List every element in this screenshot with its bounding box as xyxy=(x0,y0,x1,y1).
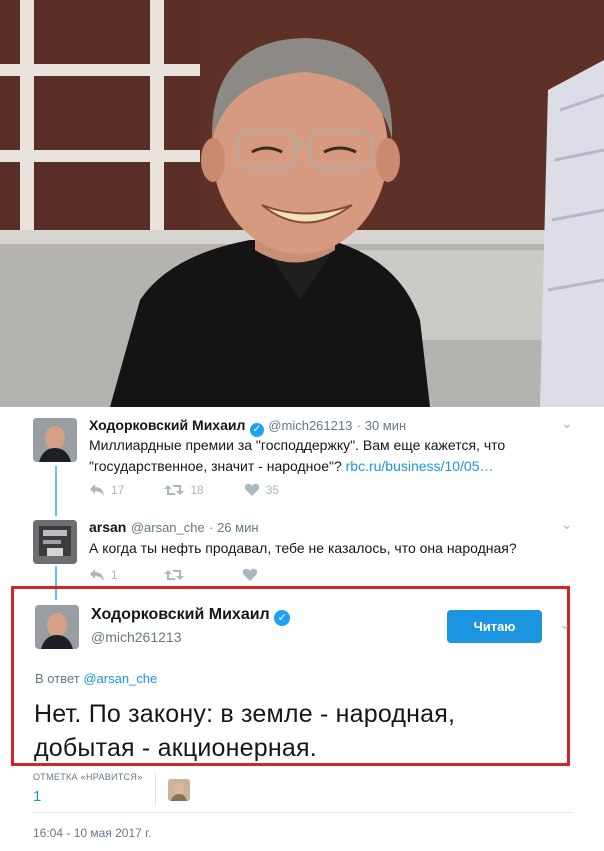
header-photo xyxy=(0,0,604,407)
thread-tweet-1[interactable]: Ходорковский Михаил ✓ @mich261213 · 30 м… xyxy=(0,407,604,507)
reply-button[interactable]: 1 xyxy=(89,568,118,582)
heart-icon xyxy=(242,568,257,581)
main-avatar[interactable] xyxy=(35,605,79,649)
chevron-down-icon[interactable]: ⌄ xyxy=(561,516,573,533)
retweet-icon xyxy=(164,485,185,495)
tweet-actions: 1 xyxy=(89,568,304,582)
main-author-handle[interactable]: @mich261213 xyxy=(91,629,182,645)
tweet-actions: 17 18 35 xyxy=(89,483,319,497)
thread-tweet-2[interactable]: arsan @arsan_che · 26 мин ⌄ А когда ты н… xyxy=(0,510,604,590)
user-avatar-image xyxy=(35,605,79,649)
like-button[interactable]: 35 xyxy=(244,483,279,497)
heart-icon xyxy=(244,483,260,496)
liker-avatar[interactable] xyxy=(168,779,190,801)
reply-context: В ответ @arsan_che xyxy=(35,671,157,686)
author-handle[interactable]: @arsan_che xyxy=(131,520,205,535)
follow-button[interactable]: Читаю xyxy=(447,610,542,643)
user-avatar-image xyxy=(168,779,190,801)
reply-count: 17 xyxy=(111,483,125,497)
author-handle[interactable]: @mich261213 xyxy=(268,418,352,433)
retweet-icon xyxy=(163,570,184,580)
like-button[interactable] xyxy=(242,568,264,582)
main-tweet-text: Нет. По закону: в земле - народная, добы… xyxy=(34,700,456,762)
like-count: 35 xyxy=(265,483,280,497)
retweet-button[interactable] xyxy=(163,568,190,582)
reply-icon xyxy=(90,484,104,496)
chevron-down-icon[interactable]: ⌄ xyxy=(561,415,573,432)
likes-label: ОТМЕТКА «НРАВИТСЯ» xyxy=(33,772,143,782)
reply-handle-link[interactable]: @arsan_che xyxy=(83,671,157,686)
user-avatar-image xyxy=(33,520,77,564)
tweet-text-line-1: Миллиардные премии за "господдержку". Ва… xyxy=(89,437,506,453)
retweet-count: 18 xyxy=(190,483,204,497)
portrait-illustration xyxy=(0,0,604,407)
reply-icon xyxy=(90,569,104,581)
reply-prefix: В ответ xyxy=(35,671,80,686)
tweet-time[interactable]: · 26 мин xyxy=(209,520,258,535)
stats-divider xyxy=(155,772,156,806)
likes-count[interactable]: 1 xyxy=(33,788,41,805)
avatar[interactable] xyxy=(33,418,77,462)
retweet-button[interactable]: 18 xyxy=(164,483,204,497)
tweet-text: Миллиардные премии за "господдержку". Ва… xyxy=(89,435,569,477)
tweet-text: А когда ты нефть продавал, тебе не казал… xyxy=(89,540,517,556)
reply-button[interactable]: 17 xyxy=(89,483,124,497)
verified-badge-icon: ✓ xyxy=(274,610,291,626)
tweet-timestamp[interactable]: 16:04 - 10 мая 2017 г. xyxy=(33,826,151,840)
main-author-name[interactable]: Ходорковский Михаил xyxy=(91,606,270,623)
author-name[interactable]: arsan xyxy=(89,519,126,535)
reply-count: 1 xyxy=(111,568,118,582)
tweet-time[interactable]: · 30 мин xyxy=(357,418,406,433)
tweet-link[interactable]: rbc.ru/business/10/05… xyxy=(346,458,494,474)
timestamp-divider xyxy=(33,812,573,813)
tweet-text-line-2: "государственное, значит - народное"? xyxy=(89,458,342,474)
user-avatar-image xyxy=(33,418,77,462)
author-name[interactable]: Ходорковский Михаил xyxy=(89,417,245,433)
chevron-down-icon[interactable]: ⌄ xyxy=(559,616,571,633)
thread-connector xyxy=(55,466,57,516)
avatar[interactable] xyxy=(33,520,77,564)
